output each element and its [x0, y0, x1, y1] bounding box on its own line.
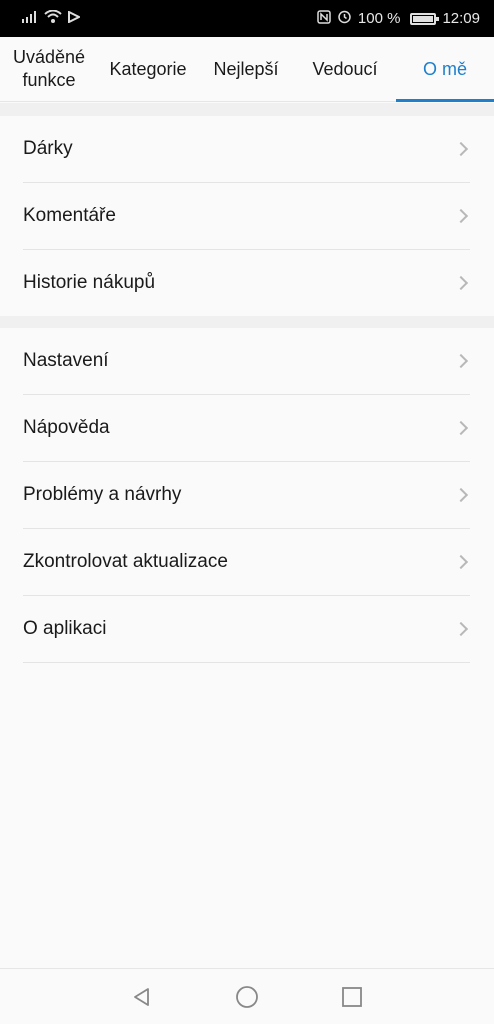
menu-group-1: Dárky Komentáře Historie nákupů [0, 116, 494, 317]
battery-icon [410, 12, 440, 25]
menu-item-help[interactable]: Nápověda [23, 395, 470, 462]
screen: 100 % 12:09 Uváděné funkce Kategorie Nej… [0, 0, 494, 1024]
home-icon [236, 985, 258, 1008]
menu-item-label: Problémy a návrhy [23, 484, 182, 505]
home-button[interactable] [227, 977, 267, 1017]
chevron-right-icon [453, 487, 469, 503]
tab-categories[interactable]: Kategorie [98, 37, 198, 101]
nfc-icon [317, 9, 331, 28]
menu-item-label: Komentáře [23, 205, 116, 226]
menu-item-about-app[interactable]: O aplikaci [23, 596, 470, 663]
status-left [22, 9, 82, 27]
battery-text: 100 % [357, 10, 401, 27]
menu-item-label: O aplikaci [23, 618, 107, 639]
menu-item-feedback[interactable]: Problémy a návrhy [23, 462, 470, 529]
tab-featured[interactable]: Uváděné funkce [0, 37, 98, 101]
tab-leaders[interactable]: Vedoucí [294, 37, 396, 101]
status-time: 12:09 [442, 10, 480, 27]
tab-about-me[interactable]: O mě [396, 37, 494, 102]
chevron-right-icon [453, 420, 469, 436]
menu-item-comments[interactable]: Komentáře [23, 183, 470, 250]
status-bar: 100 % 12:09 [0, 0, 494, 37]
menu-item-check-updates[interactable]: Zkontrolovat aktualizace [23, 529, 470, 596]
back-button[interactable] [122, 977, 162, 1017]
section-divider [0, 103, 494, 116]
menu-item-label: Nápověda [23, 417, 110, 438]
menu-item-label: Zkontrolovat aktualizace [23, 551, 228, 572]
status-right: 100 % 12:09 [317, 9, 480, 28]
recents-button[interactable] [332, 977, 372, 1017]
tab-bar: Uváděné funkce Kategorie Nejlepší Vedouc… [0, 37, 494, 102]
recents-icon [341, 986, 362, 1007]
data-icon [68, 10, 82, 27]
tab-top[interactable]: Nejlepší [198, 37, 294, 101]
signal-icon [22, 10, 38, 27]
alarm-icon [337, 9, 352, 28]
navigation-bar [0, 968, 494, 1024]
menu-item-label: Dárky [23, 138, 73, 159]
chevron-right-icon [453, 554, 469, 570]
chevron-right-icon [453, 208, 469, 224]
menu-item-gifts[interactable]: Dárky [23, 116, 470, 183]
section-divider [0, 316, 494, 328]
menu-item-label: Nastavení [23, 350, 109, 371]
menu-item-purchase-history[interactable]: Historie nákupů [23, 250, 470, 317]
chevron-right-icon [453, 275, 469, 291]
back-icon [134, 987, 150, 1006]
chevron-right-icon [453, 621, 469, 637]
chevron-right-icon [453, 353, 469, 369]
wifi-icon [44, 9, 62, 27]
menu-item-label: Historie nákupů [23, 272, 156, 293]
chevron-right-icon [453, 141, 469, 157]
menu-item-settings[interactable]: Nastavení [23, 328, 470, 395]
menu-group-2: Nastavení Nápověda Problémy a návrhy Zko… [0, 328, 494, 663]
